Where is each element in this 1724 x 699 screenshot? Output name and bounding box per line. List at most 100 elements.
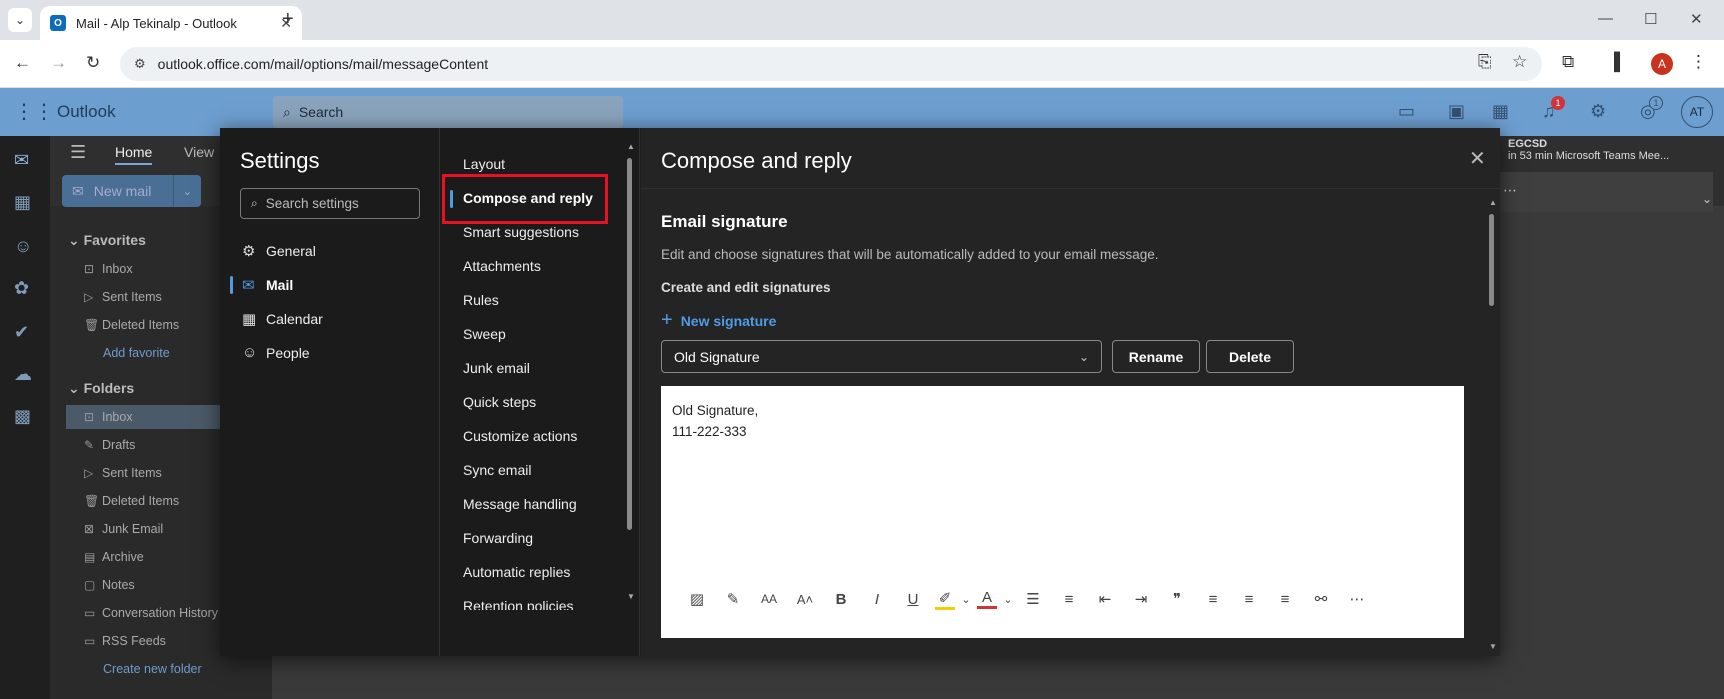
app-launcher-icon[interactable]: ⋮⋮ [14,99,54,124]
groups-icon[interactable]: ✿ [14,278,29,299]
folder-deleted-items[interactable]: 🗑 Deleted Items [84,494,179,508]
folder-rss-feeds[interactable]: ▭ RSS Feeds [84,634,166,648]
font-icon[interactable]: AA [751,592,787,606]
increase-indent-icon[interactable]: ⇥ [1123,590,1159,608]
hamburger-icon[interactable]: ☰ [70,142,86,163]
bullets-icon[interactable]: ☰ [1015,590,1051,608]
link-icon[interactable]: ⚯ [1303,590,1339,608]
subnav-junk-email[interactable]: Junk email [463,360,530,376]
align-right-icon[interactable]: ≡ [1267,591,1303,608]
gear-icon[interactable]: ⚙ [1590,101,1606,122]
subnav-automatic-replies[interactable]: Automatic replies [463,564,570,580]
create-new-folder-link[interactable]: Create new folder [103,662,202,676]
insert-picture-icon[interactable]: ▨ [679,590,715,608]
font-size-icon[interactable]: A˄ [787,592,823,607]
more-options-icon[interactable]: ⋯ [1339,590,1375,608]
chevron-down-icon[interactable]: ⌄ [959,593,973,606]
account-avatar[interactable]: AT [1681,96,1713,128]
office-icon[interactable]: ▣ [1448,101,1465,122]
favorite-inbox[interactable]: ⊡ Inbox [84,262,133,276]
subnav-rules[interactable]: Rules [463,292,499,308]
forward-arrow-icon[interactable]: → [50,53,67,73]
nav-item-calendar[interactable]: ▦ Calendar [242,310,323,328]
outlook-search-box[interactable]: ⌕ Search [273,96,623,128]
reload-icon[interactable]: ↻ [86,53,100,73]
chevron-down-icon[interactable]: ⌄ [1001,593,1015,606]
teams-chat-icon[interactable]: ▭ [1398,101,1415,122]
font-color-icon[interactable]: A [977,589,997,609]
subnav-sync-email[interactable]: Sync email [463,462,531,478]
chevron-down-icon[interactable]: ⌄ [1702,192,1712,206]
close-icon[interactable]: ✕ [1469,146,1486,171]
subnav-layout[interactable]: Layout [463,156,505,172]
calendar-icon[interactable]: ▦ [14,192,31,213]
settings-search-input[interactable]: ⌕ Search settings [240,188,420,219]
more-apps-icon[interactable]: ▩ [14,406,31,427]
align-center-icon[interactable]: ≡ [1231,591,1267,608]
underline-icon[interactable]: U [895,591,931,608]
rename-button[interactable]: Rename [1112,340,1200,373]
subnav-sweep[interactable]: Sweep [463,326,506,342]
subnav-quick-steps[interactable]: Quick steps [463,394,536,410]
browser-tab[interactable]: O Mail - Alp Tekinalp - Outlook ✕ [40,6,302,40]
todo-check-icon[interactable]: ✔ [14,322,29,343]
add-favorite-link[interactable]: Add favorite [103,346,170,360]
subnav-attachments[interactable]: Attachments [463,258,541,274]
install-app-icon[interactable]: ⎘ [1478,52,1492,72]
highlight-icon[interactable]: ✐ [935,589,955,610]
site-info-icon[interactable]: ⚙ [134,56,146,72]
italic-icon[interactable]: I [859,591,895,608]
new-tab-button[interactable]: + [282,8,294,31]
favorite-sent-items[interactable]: ▷ Sent Items [84,290,162,304]
bold-icon[interactable]: B [823,591,859,608]
browser-menu-icon[interactable]: ⋮ [1690,52,1707,72]
address-bar[interactable]: ⚙ outlook.office.com/mail/options/mail/m… [120,47,1542,81]
folder-junk-email[interactable]: ⊠ Junk Email [84,522,163,536]
upcoming-meeting[interactable]: EGCSD in 53 min Microsoft Teams Mee... [1508,138,1669,162]
new-signature-button[interactable]: + New signature [661,309,776,332]
bookmark-star-icon[interactable]: ☆ [1512,52,1527,72]
numbering-icon[interactable]: ≡ [1051,591,1087,608]
window-close-icon[interactable]: ✕ [1690,10,1703,28]
subnav-message-handling[interactable]: Message handling [463,496,577,512]
subnav-forwarding[interactable]: Forwarding [463,530,533,546]
scroll-up-arrow-icon[interactable]: ▲ [1489,198,1497,207]
favorite-deleted-items[interactable]: 🗑 Deleted Items [84,318,179,332]
tab-list-chevron-icon[interactable]: ⌄ [8,8,32,32]
favorites-header[interactable]: ⌄ Favorites [68,232,146,249]
nav-item-general[interactable]: ⚙ General [242,242,316,260]
delete-button[interactable]: Delete [1206,340,1294,373]
decrease-indent-icon[interactable]: ⇤ [1087,590,1123,608]
ribbon-tab-view[interactable]: View [184,144,214,160]
people-icon[interactable]: ☺ [14,236,32,257]
folder-conversation-history[interactable]: ▭ Conversation History [84,606,218,620]
more-options-icon[interactable]: ⋯ [1503,182,1517,199]
side-panel-icon[interactable]: ▌ [1614,52,1626,72]
maximize-icon[interactable]: ☐ [1644,10,1657,28]
quote-icon[interactable]: ❞ [1159,590,1195,608]
subnav-smart-suggestions[interactable]: Smart suggestions [463,224,579,240]
signature-select[interactable]: Old Signature ⌄ [661,340,1102,373]
folder-archive[interactable]: ▤ Archive [84,550,144,564]
new-mail-dropdown[interactable]: ⌄ [173,175,201,207]
back-arrow-icon[interactable]: ← [14,53,31,73]
scroll-down-arrow-icon[interactable]: ▼ [1489,642,1497,651]
ribbon-tab-home[interactable]: Home [115,144,153,165]
folder-notes[interactable]: ▢ Notes [84,578,135,592]
subnav-customize-actions[interactable]: Customize actions [463,428,577,444]
subnav-scrollbar[interactable] [627,158,632,530]
folder-sent-items[interactable]: ▷ Sent Items [84,466,162,480]
calendar-check-icon[interactable]: ▦ [1492,101,1509,122]
content-scrollbar[interactable] [1489,214,1494,306]
align-left-icon[interactable]: ≡ [1195,591,1231,608]
mail-icon[interactable]: ✉ [14,150,29,171]
nav-item-mail[interactable]: ✉ Mail [242,276,293,294]
subnav-retention-policies[interactable]: Retention policies [463,598,574,610]
folders-header[interactable]: ⌄ Folders [68,380,134,397]
extensions-icon[interactable]: ⧉ [1562,52,1574,72]
scroll-up-arrow-icon[interactable]: ▲ [627,142,635,151]
signature-editor[interactable]: Old Signature, 111-222-333 ▨ ✎ AA A˄ B I… [661,386,1464,638]
nav-item-people[interactable]: ☺ People [242,344,310,361]
minimize-icon[interactable]: — [1598,10,1613,27]
scroll-down-arrow-icon[interactable]: ▼ [627,592,635,601]
